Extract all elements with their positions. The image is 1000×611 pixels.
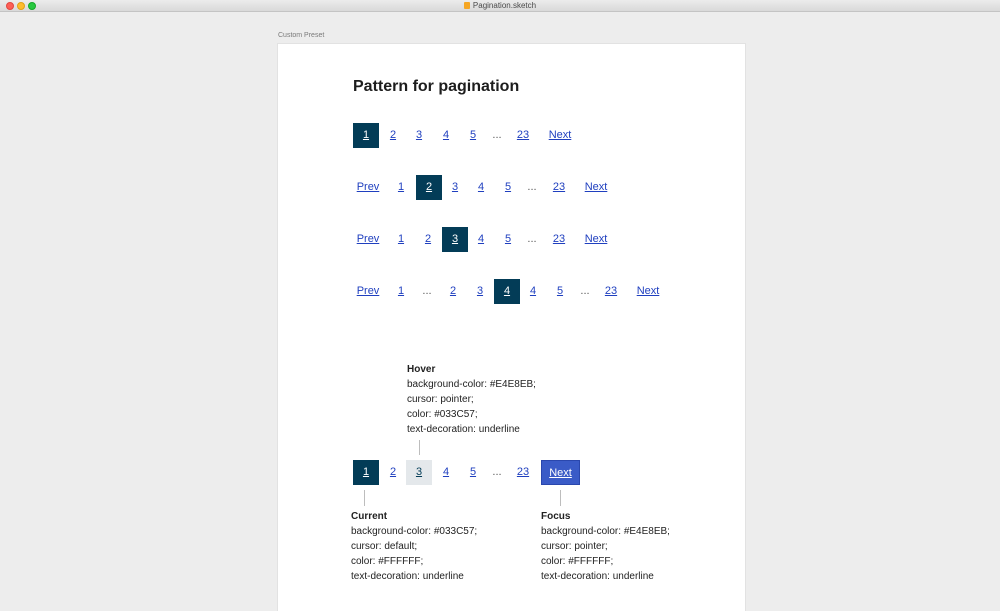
page-link-4[interactable]: 4 bbox=[433, 460, 459, 485]
window-titlebar: Pagination.sketch bbox=[0, 0, 1000, 12]
hover-connector-line bbox=[419, 440, 420, 455]
page-link-3[interactable]: 3 bbox=[406, 123, 432, 148]
focus-note-line: cursor: pointer; bbox=[541, 541, 608, 552]
page-link-4[interactable]: 4 bbox=[433, 123, 459, 148]
hover-note-line: text-decoration: underline bbox=[407, 424, 520, 435]
prev-link[interactable]: Prev bbox=[351, 279, 385, 304]
next-link[interactable]: Next bbox=[631, 279, 665, 304]
hover-note-line: cursor: pointer; bbox=[407, 394, 474, 405]
hover-note-line: background-color: #E4E8EB; bbox=[407, 379, 536, 390]
current-state-note: Current background-color: #033C57; curso… bbox=[351, 509, 477, 584]
page-title: Pattern for pagination bbox=[353, 78, 520, 95]
current-note-line: background-color: #033C57; bbox=[351, 526, 478, 537]
page-link-2[interactable]: 2 bbox=[440, 279, 466, 304]
sketch-file-icon bbox=[463, 2, 470, 9]
current-note-line: text-decoration: underline bbox=[351, 571, 464, 582]
page-link-1[interactable]: 1 bbox=[388, 227, 414, 252]
page-link-5[interactable]: 5 bbox=[460, 123, 486, 148]
focus-connector-line bbox=[560, 490, 561, 506]
prev-link[interactable]: Prev bbox=[351, 175, 385, 200]
artboard-label[interactable]: Custom Preset bbox=[278, 32, 324, 39]
page-link-3[interactable]: 3 bbox=[467, 279, 493, 304]
page-link-2[interactable]: 2 bbox=[380, 460, 406, 485]
page-link-23[interactable]: 23 bbox=[510, 123, 536, 148]
focus-state-note: Focus background-color: #E4E8EB; cursor:… bbox=[541, 509, 670, 584]
focus-note-line: text-decoration: underline bbox=[541, 571, 654, 582]
focus-note-line: color: #FFFFFF; bbox=[541, 556, 614, 567]
pagination-ellipsis: ... bbox=[527, 233, 537, 245]
page-link-2[interactable]: 2 bbox=[380, 123, 406, 148]
page-link-3[interactable]: 3 bbox=[442, 227, 468, 252]
pagination-ellipsis: ... bbox=[580, 285, 590, 297]
page-link-2[interactable]: 2 bbox=[416, 175, 442, 200]
page-link-5[interactable]: 5 bbox=[547, 279, 573, 304]
page-link-23[interactable]: 23 bbox=[546, 227, 572, 252]
page-link-23[interactable]: 23 bbox=[598, 279, 624, 304]
next-link[interactable]: Next bbox=[543, 123, 577, 148]
focus-note-line: background-color: #E4E8EB; bbox=[541, 526, 670, 537]
current-page-link[interactable]: 1 bbox=[353, 460, 379, 485]
page-link-5[interactable]: 5 bbox=[495, 227, 521, 252]
page-link-5[interactable]: 5 bbox=[460, 460, 486, 485]
focused-next-link[interactable]: Next bbox=[541, 460, 580, 485]
page-link-2[interactable]: 2 bbox=[415, 227, 441, 252]
page-link-23[interactable]: 23 bbox=[510, 460, 536, 485]
hover-note-line: color: #033C57; bbox=[407, 409, 478, 420]
page-link-23[interactable]: 23 bbox=[546, 175, 572, 200]
hovered-page-link[interactable]: 3 bbox=[406, 460, 432, 485]
current-connector-line bbox=[364, 490, 365, 506]
focus-note-title: Focus bbox=[541, 511, 571, 522]
page-link-4[interactable]: 4 bbox=[468, 227, 494, 252]
page-link-3[interactable]: 3 bbox=[442, 175, 468, 200]
page-link-4[interactable]: 4 bbox=[494, 279, 520, 304]
pagination-ellipsis: ... bbox=[527, 181, 537, 193]
window-title-text: Pagination.sketch bbox=[472, 1, 537, 10]
pagination-ellipsis: ... bbox=[492, 466, 502, 478]
current-note-line: color: #FFFFFF; bbox=[351, 556, 424, 567]
current-note-line: cursor: default; bbox=[351, 541, 418, 552]
current-note-title: Current bbox=[351, 511, 388, 522]
page-link-5[interactable]: 5 bbox=[495, 175, 521, 200]
page-link-4[interactable]: 4 bbox=[468, 175, 494, 200]
window-title: Pagination.sketch bbox=[0, 0, 1000, 12]
next-link[interactable]: Next bbox=[579, 175, 613, 200]
prev-link[interactable]: Prev bbox=[351, 227, 385, 252]
pagination-ellipsis: ... bbox=[422, 285, 432, 297]
pagination-ellipsis: ... bbox=[492, 129, 502, 141]
page-link-1[interactable]: 1 bbox=[388, 279, 414, 304]
page-link-1[interactable]: 1 bbox=[353, 123, 379, 148]
hover-state-note: Hover background-color: #E4E8EB; cursor:… bbox=[407, 362, 536, 437]
next-link[interactable]: Next bbox=[579, 227, 613, 252]
page-link-1[interactable]: 1 bbox=[388, 175, 414, 200]
hover-note-title: Hover bbox=[407, 364, 436, 375]
page-link-4[interactable]: 4 bbox=[520, 279, 546, 304]
